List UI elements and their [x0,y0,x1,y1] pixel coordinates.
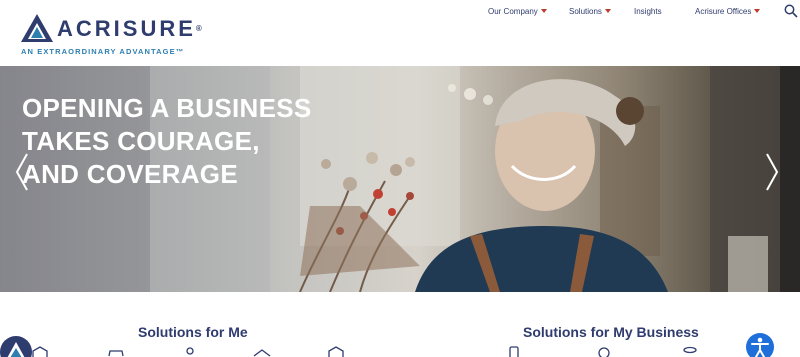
business-solutions-icons [500,346,720,357]
chevron-left-icon[interactable] [14,152,30,192]
page: ACRISURE® AN EXTRAORDINARY ADVANTAGE™ Ou… [0,0,800,357]
database-icon[interactable] [680,346,700,357]
nav-our-company[interactable]: Our Company [488,7,547,17]
hero-headline-line-3: AND COVERAGE [22,159,238,189]
nav-solutions[interactable]: Solutions [569,7,611,17]
life-icon[interactable] [180,346,200,357]
caret-down-icon [604,9,611,13]
chevron-right-icon[interactable] [764,152,780,192]
property-icon[interactable] [326,346,346,357]
hero-headline-line-2: TAKES COURAGE, [22,126,260,156]
hero-banner: OPENING A BUSINESS TAKES COURAGE, AND CO… [0,66,800,292]
nav-our-company-label: Our Company [488,7,538,16]
home-icon[interactable] [30,346,50,357]
hero-headline: OPENING A BUSINESS TAKES COURAGE, AND CO… [22,92,322,191]
accessibility-icon [751,337,769,357]
solutions-for-me-title: Solutions for Me [138,324,248,340]
car-icon[interactable] [106,346,126,357]
hero-headline-line-1: OPENING A BUSINESS [22,93,312,123]
nav-solutions-label: Solutions [569,7,602,16]
chat-logo-icon[interactable] [0,336,32,357]
phone-icon[interactable] [504,346,524,357]
nav-acrisure-offices[interactable]: Acrisure Offices [695,7,761,17]
chart-icon[interactable] [594,346,614,357]
nav-acrisure-offices-label: Acrisure Offices [695,7,752,16]
site-header: ACRISURE® AN EXTRAORDINARY ADVANTAGE™ Ou… [0,0,800,66]
solutions-for-my-business-title: Solutions for My Business [523,324,699,340]
main-nav: Our Company Solutions Insights Acrisure … [0,7,800,21]
nav-insights-label: Insights [634,7,662,16]
accessibility-button[interactable] [746,333,774,357]
boat-icon[interactable] [252,346,272,357]
logo-tagline: AN EXTRAORDINARY ADVANTAGE™ [21,47,185,56]
personal-solutions-icons [30,346,370,357]
search-icon[interactable] [784,4,798,18]
nav-insights[interactable]: Insights [634,7,662,17]
caret-down-icon [754,9,761,13]
caret-down-icon [540,9,547,13]
